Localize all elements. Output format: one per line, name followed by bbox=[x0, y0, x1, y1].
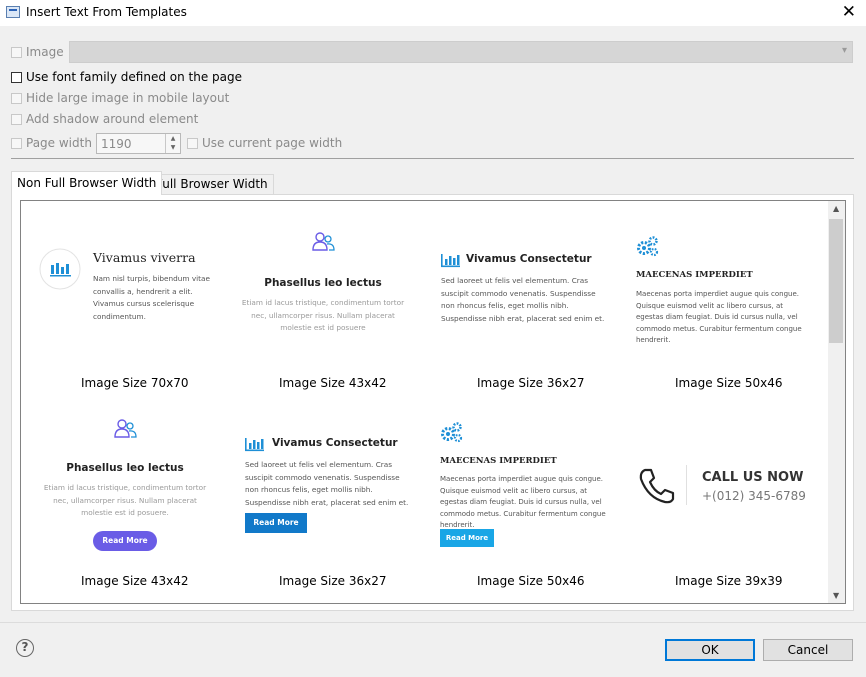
image-size-caption: Image Size 50x46 bbox=[477, 574, 585, 588]
image-size-caption: Image Size 70x70 bbox=[81, 376, 189, 390]
page-width-checkbox[interactable] bbox=[11, 137, 22, 149]
template-text: Maecenas porta imperdiet augue quis cong… bbox=[636, 290, 802, 344]
vertical-scrollbar[interactable]: ▲ ▼ bbox=[828, 201, 845, 603]
cancel-button[interactable]: Cancel bbox=[763, 639, 853, 661]
image-checkbox[interactable] bbox=[11, 46, 22, 58]
read-more-button[interactable]: Read More bbox=[93, 531, 157, 551]
font-family-checkbox[interactable] bbox=[11, 71, 22, 83]
users-icon bbox=[114, 419, 137, 438]
template-title: Phasellus leo lectus bbox=[264, 277, 382, 289]
template-card[interactable]: CALL US NOW +(012) 345-6789 bbox=[638, 465, 818, 510]
current-width-label: Use current page width bbox=[202, 136, 343, 150]
bar-chart-circle-icon bbox=[39, 248, 81, 290]
close-icon[interactable]: ✕ bbox=[842, 2, 856, 22]
template-text: Maecenas porta imperdiet augue quis cong… bbox=[440, 475, 606, 529]
image-size-caption: Image Size 50x46 bbox=[675, 376, 783, 390]
tab-full-browser-width[interactable]: Full Browser Width bbox=[150, 174, 274, 194]
gears-icon bbox=[637, 236, 659, 257]
image-size-caption: Image Size 43x42 bbox=[81, 574, 189, 588]
current-width-option[interactable]: Use current page width bbox=[187, 136, 342, 150]
shadow-option[interactable]: Add shadow around element bbox=[11, 112, 198, 126]
image-size-caption: Image Size 39x39 bbox=[675, 574, 783, 588]
font-family-label: Use font family defined on the page bbox=[26, 70, 242, 84]
template-card[interactable]: Vivamus Consectetur Sed laoreet ut felis… bbox=[245, 435, 415, 555]
decrement-icon[interactable]: ▼ bbox=[166, 143, 180, 152]
hide-large-checkbox[interactable] bbox=[11, 92, 22, 104]
template-gallery: Vivamus viverra Nam nisl turpis, bibendu… bbox=[20, 200, 846, 604]
bar-chart-icon bbox=[441, 254, 460, 268]
template-title: Vivamus Consectetur bbox=[272, 437, 398, 449]
template-text: Sed laoreet ut felis vel elementum. Cras… bbox=[441, 276, 605, 323]
page-width-value: 1190 bbox=[101, 137, 132, 151]
current-width-checkbox[interactable] bbox=[187, 137, 198, 149]
template-text: Nam nisl turpis, bibendum vitae convalli… bbox=[93, 274, 210, 321]
title-bar: Insert Text From Templates ✕ bbox=[0, 0, 866, 26]
template-title: Phasellus leo lectus bbox=[66, 462, 184, 474]
scroll-down-icon[interactable]: ▼ bbox=[833, 591, 839, 600]
hide-large-option[interactable]: Hide large image in mobile layout bbox=[11, 91, 229, 105]
template-title: MAECENAS IMPERDIET bbox=[440, 456, 557, 466]
template-title: Vivamus viverra bbox=[93, 250, 196, 265]
image-select[interactable]: ▾ bbox=[69, 41, 853, 63]
tab-non-full-browser-width[interactable]: Non Full Browser Width bbox=[11, 171, 163, 195]
read-more-button[interactable]: Read More bbox=[245, 513, 307, 533]
gears-icon bbox=[441, 422, 463, 443]
font-family-option[interactable]: Use font family defined on the page bbox=[11, 70, 242, 84]
phone-number: +(012) 345-6789 bbox=[702, 489, 806, 503]
template-text: Etiam id lacus tristique, condimentum to… bbox=[241, 298, 405, 332]
ok-button[interactable]: OK bbox=[665, 639, 755, 661]
shadow-checkbox[interactable] bbox=[11, 113, 22, 125]
hide-large-label: Hide large image in mobile layout bbox=[26, 91, 230, 105]
window-title: Insert Text From Templates bbox=[26, 5, 187, 19]
page-width-label: Page width bbox=[26, 136, 92, 150]
users-icon bbox=[312, 232, 335, 251]
template-card[interactable]: Phasellus leo lectus Etiam id lacus tris… bbox=[41, 418, 209, 558]
image-size-caption: Image Size 36x27 bbox=[477, 376, 585, 390]
chevron-down-icon: ▾ bbox=[841, 45, 847, 56]
divider bbox=[0, 622, 866, 623]
increment-icon[interactable]: ▲ bbox=[166, 134, 180, 143]
image-size-caption: Image Size 36x27 bbox=[279, 574, 387, 588]
template-title: Vivamus Consectetur bbox=[466, 253, 592, 265]
template-card[interactable]: MAECENAS IMPERDIET Maecenas porta imperd… bbox=[440, 422, 620, 557]
page-width-stepper[interactable]: 1190 ▲ ▼ bbox=[96, 133, 181, 154]
scrollbar-thumb[interactable] bbox=[829, 219, 843, 343]
image-label: Image bbox=[26, 45, 64, 59]
template-text: Etiam id lacus tristique, condimentum to… bbox=[43, 483, 207, 517]
app-icon bbox=[6, 6, 20, 18]
template-title: MAECENAS IMPERDIET bbox=[636, 270, 753, 280]
template-text: Sed laoreet ut felis vel elementum. Cras… bbox=[245, 460, 409, 507]
help-icon[interactable]: ? bbox=[16, 639, 34, 657]
template-card[interactable]: Phasellus leo lectus Etiam id lacus tris… bbox=[239, 231, 407, 371]
template-card[interactable]: Vivamus Consectetur Sed laoreet ut felis… bbox=[441, 251, 611, 371]
divider bbox=[686, 465, 687, 505]
page-width-option[interactable]: Page width bbox=[11, 136, 92, 150]
image-option[interactable]: Image bbox=[11, 45, 64, 59]
shadow-label: Add shadow around element bbox=[26, 112, 199, 126]
template-card[interactable]: MAECENAS IMPERDIET Maecenas porta imperd… bbox=[636, 236, 816, 371]
template-title: CALL US NOW bbox=[702, 470, 804, 485]
bar-chart-icon bbox=[245, 438, 264, 452]
phone-icon bbox=[639, 468, 675, 504]
image-size-caption: Image Size 43x42 bbox=[279, 376, 387, 390]
scroll-up-icon[interactable]: ▲ bbox=[833, 204, 839, 213]
read-more-button[interactable]: Read More bbox=[440, 529, 494, 547]
template-card[interactable]: Vivamus viverra Nam nisl turpis, bibendu… bbox=[39, 246, 229, 376]
divider bbox=[11, 158, 854, 159]
